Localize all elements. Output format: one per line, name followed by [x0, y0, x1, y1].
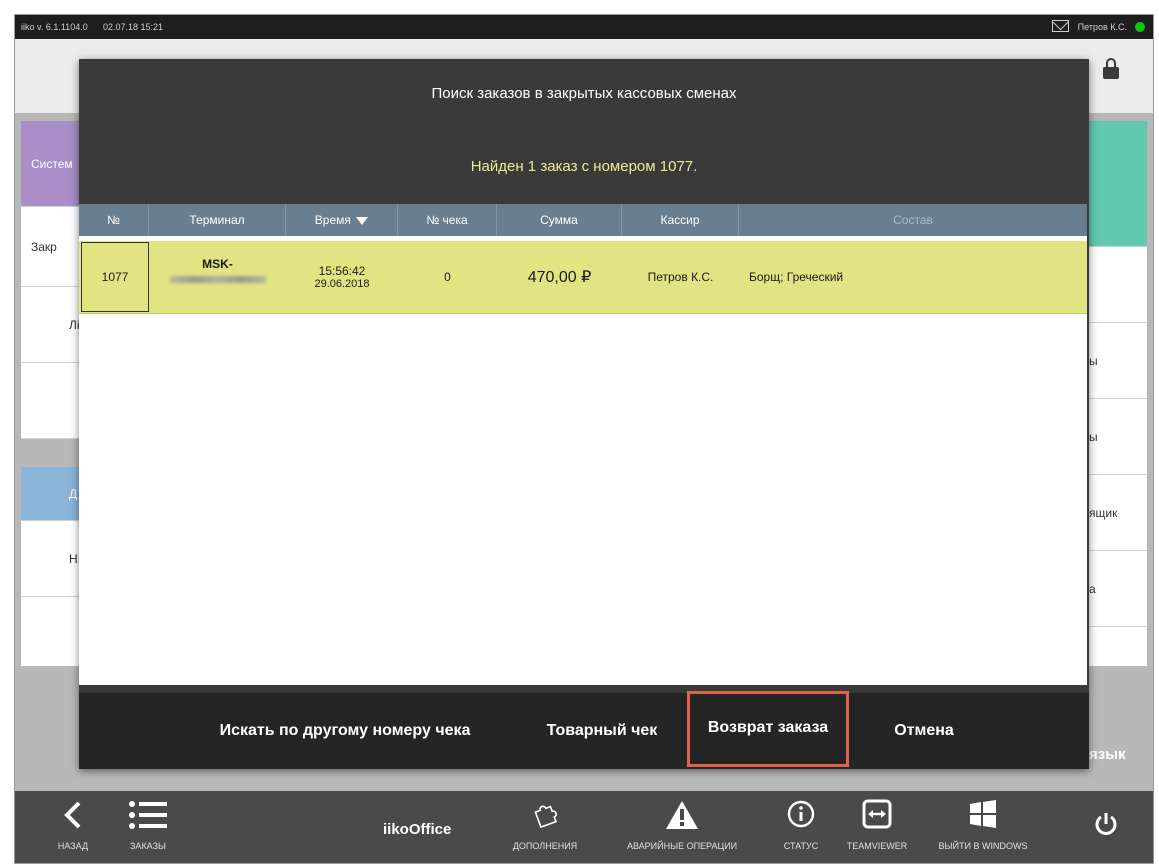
col-cashier[interactable]: Кассир — [622, 204, 739, 236]
table-row[interactable]: 1077 MSK- 15:56:42 29.06.2018 0 470,00 ₽ — [79, 241, 1087, 314]
bg-tile — [1087, 247, 1147, 323]
info-icon — [786, 799, 816, 836]
list-icon — [128, 799, 168, 838]
cell-time: 15:56:42 29.06.2018 — [286, 241, 398, 313]
background-right-panel: ы ы ящик а — [1087, 121, 1147, 666]
cashier-name: Петров К.С. — [647, 270, 714, 284]
bg-tile: а — [1087, 551, 1147, 627]
status-button[interactable]: СТАТУС — [771, 791, 831, 863]
orders-button[interactable]: ЗАКАЗЫ — [113, 791, 183, 863]
col-time[interactable]: Время — [286, 204, 398, 236]
cell-contents: Борщ; Греческий — [739, 241, 1087, 313]
order-number: 1077 — [101, 270, 129, 284]
power-button[interactable] — [1081, 791, 1131, 863]
bg-tile: Систем — [21, 121, 81, 207]
background-left-panel: Систем Закр Лі Д Н — [21, 121, 81, 666]
bottom-toolbar: НАЗАД ЗАКАЗЫ iikoOffice ДОПОЛНЕНИЯ АВАРИ… — [15, 791, 1153, 863]
app-window: iiko v. 6.1.1104.0 02.07.18 15:21 Петров… — [14, 14, 1154, 864]
table-header: № Терминал Время № чека Сумма Кассир Сос… — [79, 204, 1087, 236]
col-terminal[interactable]: Терминал — [149, 204, 286, 236]
check-number: 0 — [444, 270, 451, 284]
language-label: язык — [1089, 746, 1126, 763]
blurred-terminal-id — [169, 276, 266, 283]
bg-tile: Закр — [21, 207, 81, 287]
user-name: Петров К.С. — [1077, 22, 1127, 32]
mail-icon[interactable] — [1052, 20, 1069, 32]
orders-label: ЗАКАЗЫ — [130, 841, 166, 851]
found-message: Найден 1 заказ с номером 1077. — [470, 158, 698, 175]
warning-icon — [665, 799, 699, 838]
search-orders-dialog: Поиск заказов в закрытых кассовых сменах… — [79, 59, 1089, 769]
order-time: 15:56:42 — [318, 264, 366, 278]
receipt-button[interactable]: Товарный чек — [519, 693, 685, 769]
dialog-title: Поиск заказов в закрытых кассовых сменах — [431, 85, 737, 102]
back-label: НАЗАД — [57, 841, 89, 851]
search-other-button[interactable]: Искать по другому номеру чека — [175, 693, 515, 769]
puzzle-icon — [531, 799, 559, 836]
cell-sum: 470,00 ₽ — [497, 241, 622, 313]
addons-label: ДОПОЛНЕНИЯ — [512, 841, 578, 851]
bg-tile: Н — [21, 521, 81, 597]
bg-tile: ы — [1087, 399, 1147, 475]
teamviewer-icon — [862, 799, 892, 836]
back-icon — [61, 799, 85, 838]
col-sum[interactable]: Сумма — [497, 204, 622, 236]
iikooffice-button[interactable]: iikoOffice — [383, 821, 451, 838]
cell-check: 0 — [398, 241, 497, 313]
bg-tile — [1087, 121, 1147, 247]
bg-tile: Д — [21, 467, 81, 521]
windows-icon — [968, 799, 998, 836]
bg-tile: ы — [1087, 323, 1147, 399]
sort-desc-icon — [356, 216, 369, 225]
terminal-name: MSK- — [202, 257, 233, 271]
addons-button[interactable]: ДОПОЛНЕНИЯ — [495, 791, 595, 863]
cell-num: 1077 — [81, 242, 149, 312]
teamviewer-button[interactable]: TEAMVIEWER — [837, 791, 917, 863]
cancel-button[interactable]: Отмена — [859, 693, 989, 769]
col-num[interactable]: № — [79, 204, 149, 236]
order-sum: 470,00 ₽ — [527, 269, 592, 286]
lock-icon[interactable] — [1103, 58, 1119, 79]
status-label: СТАТУС — [783, 841, 819, 851]
order-contents: Борщ; Греческий — [749, 270, 844, 284]
col-contents[interactable]: Состав — [739, 204, 1087, 236]
back-button[interactable]: НАЗАД — [43, 791, 103, 863]
return-order-button[interactable]: Возврат заказа — [687, 691, 849, 767]
bg-tile: ящик — [1087, 475, 1147, 551]
exit-windows-label: ВЫЙТИ В WINDOWS — [938, 841, 1028, 851]
order-date: 29.06.2018 — [314, 278, 370, 290]
bg-tile: Лі — [21, 287, 81, 363]
bg-tile — [21, 363, 81, 439]
orders-table: № Терминал Время № чека Сумма Кассир Сос… — [79, 204, 1087, 685]
power-icon — [1093, 811, 1119, 844]
emergency-button[interactable]: АВАРИЙНЫЕ ОПЕРАЦИИ — [607, 791, 757, 863]
bg-gap — [21, 439, 81, 467]
version-label: iiko v. 6.1.1104.0 — [21, 22, 88, 32]
teamviewer-label: TEAMVIEWER — [846, 841, 908, 851]
status-bar: iiko v. 6.1.1104.0 02.07.18 15:21 Петров… — [15, 15, 1153, 39]
cell-cashier: Петров К.С. — [622, 241, 739, 313]
datetime-label: 02.07.18 15:21 — [103, 22, 164, 32]
col-check[interactable]: № чека — [398, 204, 497, 236]
emergency-label: АВАРИЙНЫЕ ОПЕРАЦИИ — [626, 841, 738, 851]
status-dot — [1135, 22, 1145, 32]
dialog-action-bar: Искать по другому номеру чека Товарный ч… — [79, 691, 1089, 769]
col-time-label: Время — [314, 213, 351, 227]
exit-windows-button[interactable]: ВЫЙТИ В WINDOWS — [923, 791, 1043, 863]
cell-terminal: MSK- — [149, 241, 286, 313]
